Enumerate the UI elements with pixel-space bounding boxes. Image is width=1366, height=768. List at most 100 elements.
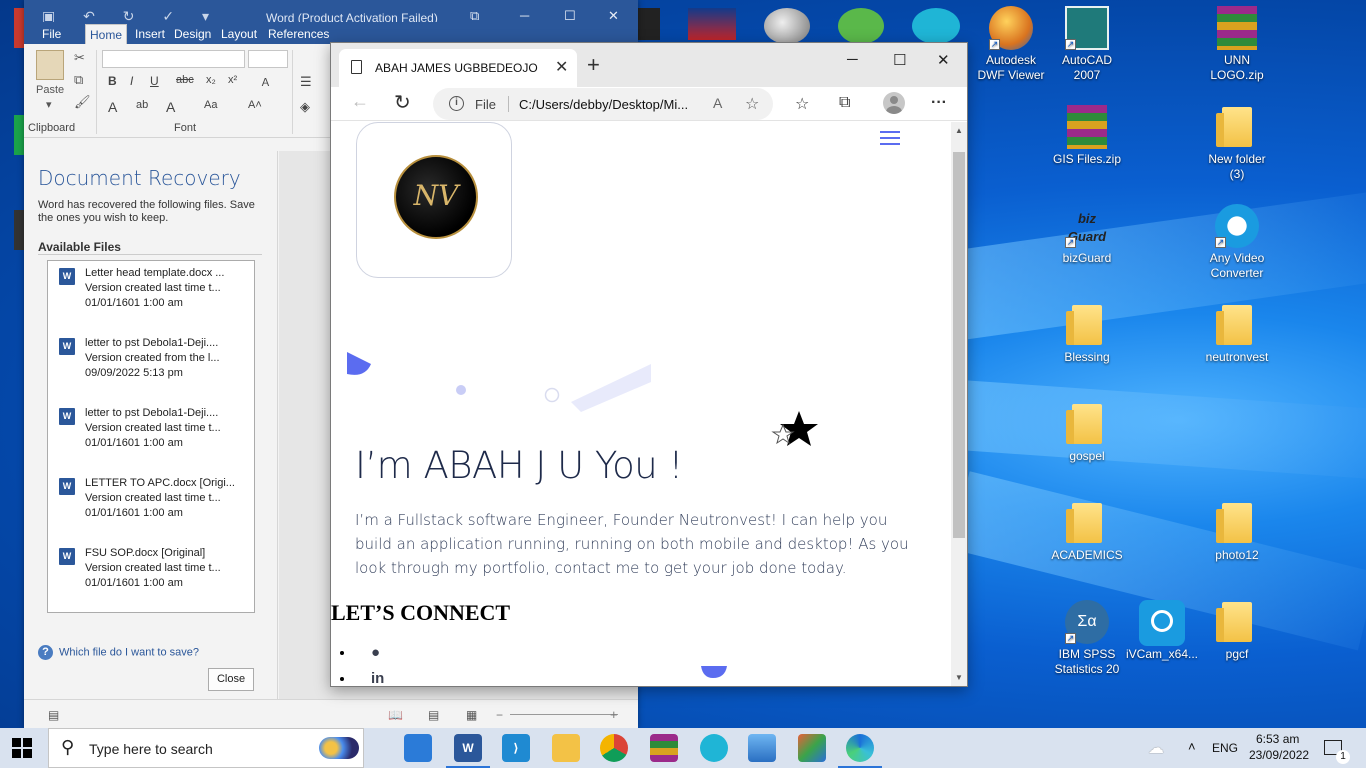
tab-file[interactable]: File [38,24,65,44]
italic-icon[interactable]: I [130,74,133,88]
file-explorer-icon[interactable] [552,734,580,762]
font-name-box[interactable] [102,50,245,68]
linkedin-icon[interactable]: in [371,670,384,686]
photos-icon[interactable] [748,734,776,762]
desktop-icon-autocad[interactable]: ↗ AutoCAD 2007 [1045,6,1129,83]
app-icon[interactable] [798,734,826,762]
scrollbar-thumb[interactable] [953,152,965,538]
zoom-out-icon[interactable]: − [496,708,503,722]
github-icon[interactable]: ● [371,644,380,661]
close-tab-icon[interactable]: ✕ [555,57,568,77]
scrollbar[interactable]: ▲ ▼ [951,122,967,686]
read-mode-icon[interactable]: 📖 [388,708,403,722]
highlight-icon[interactable]: ab [136,99,148,111]
print-layout-icon[interactable]: ▤ [428,708,439,722]
font-size-box[interactable] [248,50,288,68]
url-text[interactable]: C:/Users/debby/Desktop/Mi... [519,97,704,112]
read-aloud-icon[interactable]: A [713,95,722,111]
desktop-icon-gospel[interactable]: gospel [1045,402,1129,464]
desktop-icon-pgcf[interactable]: pgcf [1195,600,1279,662]
desktop-icon-gis-files[interactable]: GIS Files.zip [1045,105,1129,167]
winrar-icon[interactable] [650,734,678,762]
desktop-icon-unn-logo[interactable]: UNN LOGO.zip [1195,6,1279,83]
new-tab-icon[interactable]: + [587,52,600,78]
chevron-down-icon[interactable]: ▾ [46,98,52,111]
pes-icon[interactable] [688,8,736,40]
hamburger-menu-icon[interactable] [880,131,900,145]
app-icon[interactable] [700,734,728,762]
page-stats-icon[interactable]: ▤ [48,708,59,722]
taskbar-search[interactable]: ⚲ Type here to search [48,728,364,768]
back-icon[interactable]: ← [351,91,369,112]
superscript-icon[interactable]: x² [228,74,237,86]
align-icon[interactable]: ☰ [300,74,312,90]
minimize-icon[interactable]: ─ [520,8,529,23]
cut-icon[interactable]: ✂ [74,50,85,66]
add-favorite-icon[interactable]: ☆ [745,94,759,114]
strikethrough-icon[interactable]: abc [176,74,194,86]
desktop-icon-spss[interactable]: Σα ↗ IBM SPSS Statistics 20 [1045,600,1129,677]
google-earth-icon[interactable] [764,8,810,44]
recovered-file-item[interactable]: W FSU SOP.docx [Original] Version create… [48,543,254,607]
app-icon[interactable] [912,8,960,44]
minimize-icon[interactable]: ─ [847,51,858,68]
recovered-file-item[interactable]: W Letter head template.docx ... Version … [48,263,254,327]
desktop-icon-academics[interactable]: ACADEMICS [1045,501,1129,563]
desktop-icon-neutronvest[interactable]: neutronvest [1195,303,1279,365]
desktop-icon-photo12[interactable]: photo12 [1195,501,1279,563]
underline-icon[interactable]: U [150,74,159,88]
paste-button[interactable]: Paste [36,84,64,96]
edge-taskbar-icon[interactable] [838,734,882,768]
desktop-icon-blessing[interactable]: Blessing [1045,303,1129,365]
recovered-file-item[interactable]: W letter to pst Debola1-Deji.... Version… [48,403,254,467]
paste-icon[interactable] [36,50,64,80]
scroll-up-icon[interactable]: ▲ [955,126,963,135]
subscript-icon[interactable]: x₂ [206,74,216,86]
profile-avatar[interactable] [883,92,905,114]
utorrent-icon[interactable] [838,8,884,44]
tab-references[interactable]: References [264,24,333,44]
recovered-file-item[interactable]: W LETTER TO APC.docx [Origi... Version c… [48,473,254,537]
change-case-icon[interactable]: Aa [204,99,217,111]
maximize-icon[interactable]: ☐ [893,51,906,69]
recovered-file-item[interactable]: W letter to pst Debola1-Deji.... Version… [48,333,254,397]
desktop-icon-any-video[interactable]: ↗ Any Video Converter [1195,204,1279,281]
grow-font-icon[interactable]: A˄ [248,99,262,111]
shading-icon[interactable]: ◈ [300,99,310,115]
search-highlight-icon[interactable] [319,737,359,759]
tab-design[interactable]: Design [170,24,215,44]
tab-home[interactable]: Home [85,24,128,44]
reload-icon[interactable]: ↻ [394,90,411,115]
address-bar[interactable]: i File C:/Users/debby/Desktop/Mi... A ☆ [433,88,773,120]
favorites-icon[interactable]: ☆ [795,94,809,114]
language-indicator[interactable]: ENG [1212,741,1238,768]
onedrive-icon[interactable]: ☁ [1148,738,1164,768]
bold-icon[interactable]: B [108,74,117,88]
recovery-close-button[interactable]: Close [208,668,254,691]
close-icon[interactable]: ✕ [937,51,950,69]
zoom-in-icon[interactable]: + [610,707,618,722]
format-painter-icon[interactable]: 🖌 [74,94,91,110]
copy-icon[interactable]: ⧉ [74,72,83,88]
chrome-icon[interactable] [600,734,628,762]
show-hidden-icons-icon[interactable]: ˄ [1188,739,1196,768]
scroll-down-icon[interactable]: ▼ [955,673,963,682]
web-layout-icon[interactable]: ▦ [466,708,477,722]
desktop-icon-ivcam[interactable]: iVCam_x64... [1120,600,1204,662]
tab-layout[interactable]: Layout [217,24,261,44]
info-icon[interactable]: i [449,96,464,111]
word-taskbar-icon[interactable]: W [446,734,490,768]
clock-date[interactable]: 23/09/2022 [1249,748,1309,768]
partial-desktop-icon[interactable] [14,8,24,48]
task-view-icon[interactable] [404,734,432,762]
zoom-slider[interactable] [510,714,618,715]
text-effects-icon[interactable]: A [108,99,117,115]
desktop-icon-new-folder[interactable]: New folder (3) [1195,105,1279,182]
more-menu-icon[interactable]: ··· [931,94,947,112]
font-color-icon[interactable]: A [166,99,175,115]
partial-desktop-icon[interactable] [14,115,24,155]
tab-insert[interactable]: Insert [131,24,169,44]
partial-desktop-icon[interactable] [14,210,24,250]
vscode-icon[interactable]: ⟩ [502,734,530,762]
start-button[interactable] [12,738,32,758]
